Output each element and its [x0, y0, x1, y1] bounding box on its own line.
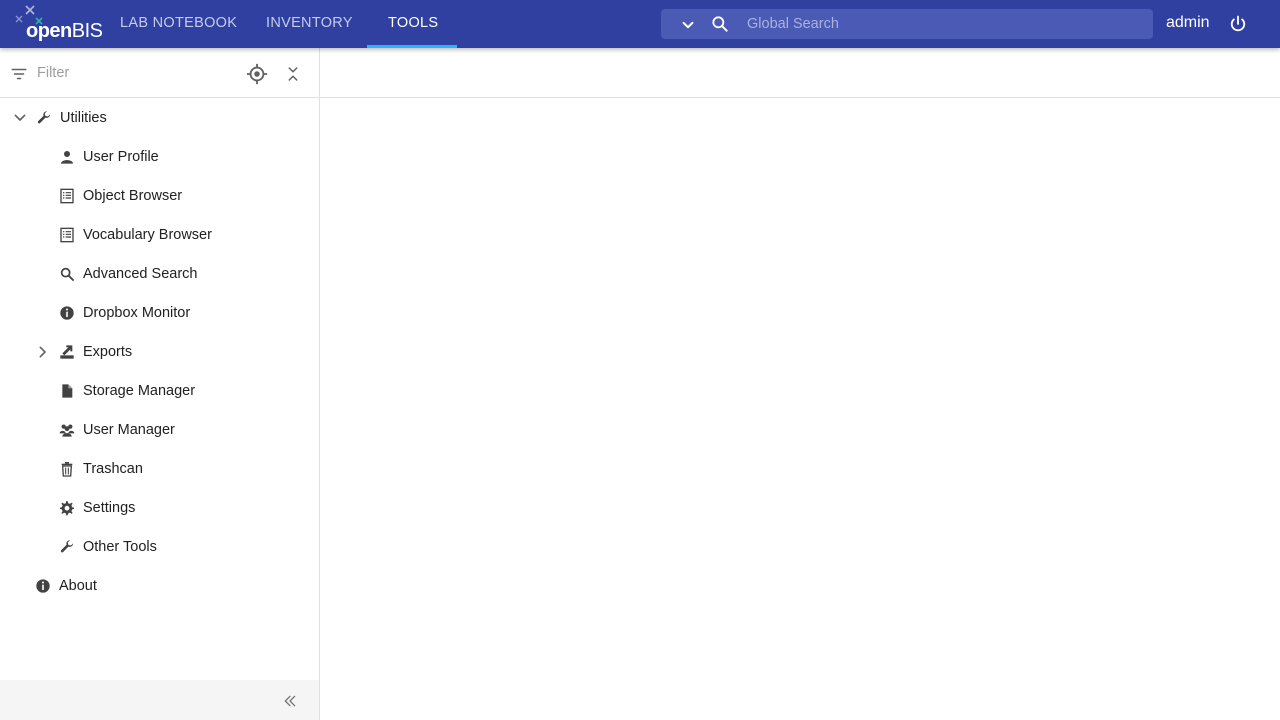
tree-item-label: User Manager: [83, 422, 175, 438]
tree-item-other-tools[interactable]: Other Tools: [59, 532, 157, 562]
tree-item-label: Object Browser: [83, 188, 183, 204]
sidebar-filter-row: [0, 48, 319, 98]
trash-icon: [61, 462, 73, 477]
main-tab-bar: [320, 48, 1280, 98]
tab-inventory[interactable]: INVENTORY: [266, 0, 353, 48]
filter-icon: [11, 68, 27, 80]
tree-item-label: Trashcan: [83, 461, 143, 477]
tab-tools[interactable]: TOOLS: [388, 0, 438, 48]
tree-item-dropbox-monitor[interactable]: Dropbox Monitor: [59, 298, 190, 328]
tree-item-about[interactable]: About: [35, 571, 97, 601]
export-icon: [60, 345, 74, 359]
top-app-bar: openBIS LAB NOTEBOOK INVENTORY TOOLS adm…: [0, 0, 1280, 48]
wrench-icon: [37, 111, 51, 124]
global-search-input[interactable]: [747, 9, 1137, 39]
collapse-all-icon[interactable]: [284, 64, 302, 84]
tree-item-label: Settings: [83, 500, 136, 516]
global-search-box: [661, 9, 1153, 39]
locate-icon[interactable]: [246, 63, 268, 85]
tree-item-label: User Profile: [83, 149, 159, 165]
search-icon: [60, 267, 74, 281]
tree-item-label: Other Tools: [83, 539, 157, 555]
gear-icon: [60, 501, 74, 516]
group-icon: [59, 424, 75, 437]
power-icon[interactable]: [1228, 14, 1248, 34]
tree-item-label: About: [59, 578, 97, 594]
tree-item-trashcan[interactable]: Trashcan: [59, 454, 143, 484]
user-name: admin: [1166, 14, 1210, 31]
sidebar-footer: [0, 680, 319, 720]
tree-item-advanced-search[interactable]: Advanced Search: [59, 259, 197, 289]
list-icon: [60, 227, 74, 243]
tree-item-exports[interactable]: Exports: [35, 337, 132, 367]
main-content: [320, 48, 1280, 720]
search-icon: [712, 16, 728, 32]
wrench-icon: [60, 540, 74, 553]
list-icon: [60, 188, 74, 204]
tree-item-label: Utilities: [60, 110, 107, 126]
tree-item-settings[interactable]: Settings: [59, 493, 135, 523]
logo-text: openBIS: [26, 20, 103, 42]
sidebar: Utilities User Profile Object Browser Vo…: [0, 48, 320, 720]
tree-item-storage-manager[interactable]: Storage Manager: [59, 376, 195, 406]
collapse-sidebar-icon[interactable]: [282, 693, 298, 709]
active-tab-indicator: [367, 45, 457, 48]
tab-lab-notebook[interactable]: LAB NOTEBOOK: [120, 0, 237, 48]
tree-item-label: Dropbox Monitor: [83, 305, 191, 321]
info-icon: [60, 306, 74, 320]
person-icon: [61, 151, 73, 164]
tree-item-object-browser[interactable]: Object Browser: [59, 181, 182, 211]
chevron-right-icon[interactable]: [35, 344, 51, 360]
tree-item-utilities[interactable]: Utilities: [12, 103, 107, 133]
tree-item-vocabulary-browser[interactable]: Vocabulary Browser: [59, 220, 212, 250]
info-icon: [36, 579, 50, 593]
chevron-down-icon[interactable]: [12, 110, 28, 126]
tree-item-label: Vocabulary Browser: [83, 227, 212, 243]
tree-item-label: Storage Manager: [83, 383, 196, 399]
filter-input[interactable]: [37, 62, 227, 84]
file-icon: [62, 384, 73, 398]
chevron-down-icon[interactable]: [679, 16, 697, 34]
tree-item-label: Advanced Search: [83, 266, 198, 282]
tree-item-user-profile[interactable]: User Profile: [59, 142, 159, 172]
tree-item-label: Exports: [83, 344, 133, 360]
openbis-logo[interactable]: openBIS: [14, 4, 104, 44]
tree-item-user-manager[interactable]: User Manager: [59, 415, 175, 445]
